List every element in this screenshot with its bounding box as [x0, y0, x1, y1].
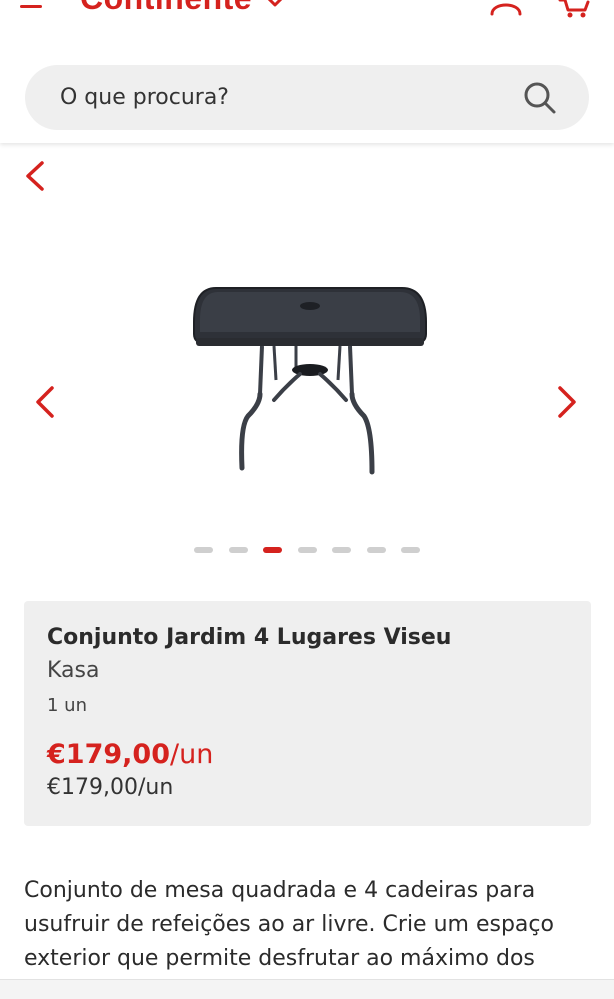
carousel-dot[interactable]	[332, 547, 351, 553]
price-unit: /un	[169, 739, 214, 770]
search-bar[interactable]: O que procura?	[25, 65, 589, 130]
carousel-dot[interactable]	[229, 547, 248, 553]
chevron-left-icon[interactable]	[30, 384, 60, 420]
chevron-left-icon[interactable]	[20, 160, 52, 192]
carousel-dot[interactable]	[194, 547, 213, 553]
user-icon[interactable]	[488, 0, 524, 16]
search-input[interactable]: O que procura?	[60, 65, 229, 130]
product-description: Conjunto de mesa quadrada e 4 cadeiras p…	[24, 878, 554, 971]
cart-icon[interactable]	[558, 0, 590, 18]
search-icon[interactable]	[523, 81, 557, 115]
product-quantity: 1 un	[47, 695, 87, 716]
carousel-dot[interactable]	[367, 547, 386, 553]
carousel-dot[interactable]	[401, 547, 420, 553]
carousel-dot[interactable]	[298, 547, 317, 553]
product-name: Conjunto Jardim 4 Lugares Viseu	[47, 625, 452, 650]
product-price: €179,00/un	[47, 739, 213, 770]
product-image[interactable]	[190, 282, 430, 482]
price-value: €179,00	[47, 739, 170, 770]
unit-price: €179,00/un	[47, 775, 174, 800]
product-info-card: Conjunto Jardim 4 Lugares Viseu Kasa 1 u…	[24, 601, 591, 826]
product-brand[interactable]: Kasa	[47, 658, 99, 683]
continente-logo[interactable]: Continente	[80, 0, 252, 17]
hamburger-icon[interactable]	[20, 0, 54, 16]
carousel-dot-active[interactable]	[263, 547, 282, 553]
bottom-bar	[0, 979, 614, 999]
chevron-down-icon[interactable]	[264, 0, 286, 10]
chevron-right-icon[interactable]	[552, 384, 582, 420]
product-page: Continente O que procura?	[0, 0, 614, 999]
top-header: Continente O que procura?	[0, 0, 614, 143]
carousel-dots	[194, 547, 424, 555]
